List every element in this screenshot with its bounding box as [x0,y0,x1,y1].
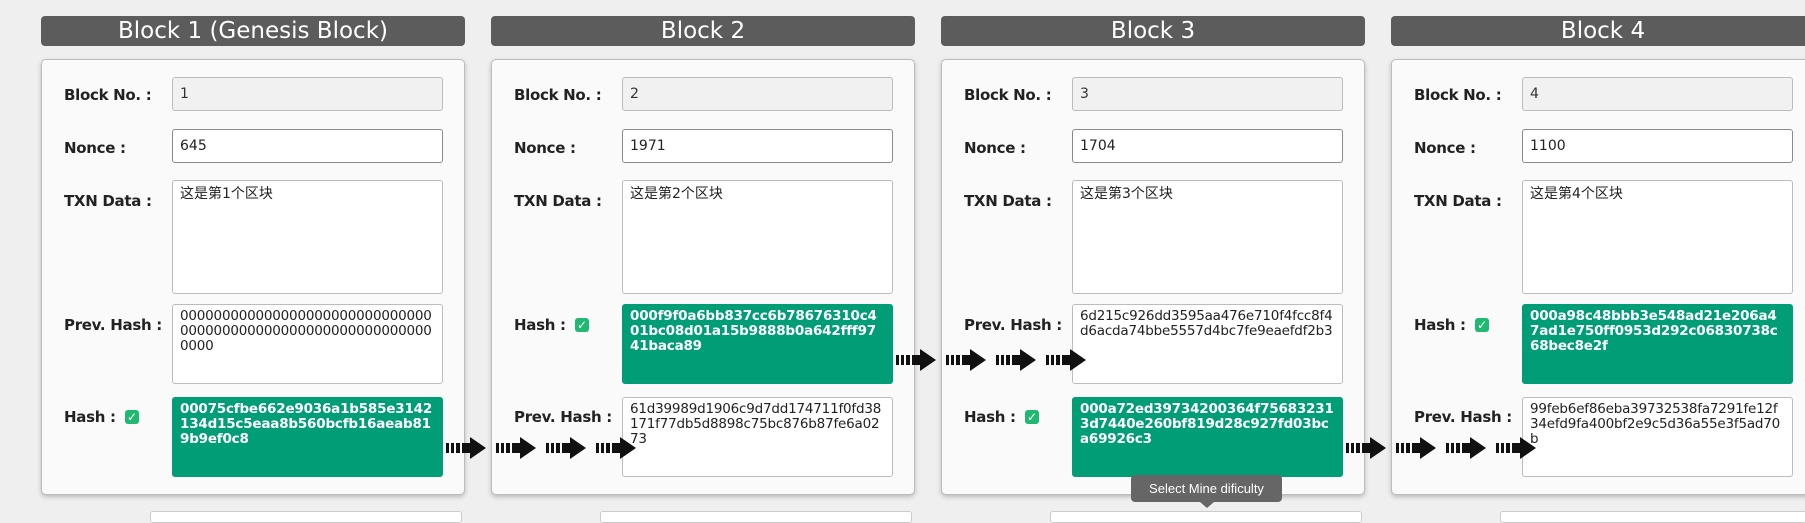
block-no-field: 2 [622,77,893,111]
block-4-card: Block No. : 4 Nonce : 1100 TXN Data : 这是… [1391,59,1805,495]
block-no-field: 1 [172,77,443,111]
difficulty-select-partial[interactable] [150,511,462,523]
hash-field: 00075cfbe662e9036a1b585e3142134d15c5eaa8… [172,397,443,477]
chain-arrows-1-to-2 [446,437,636,459]
prev-hash-field: 6d215c926dd3595aa476e710f4fcc8f4d6acda74… [1072,304,1343,384]
arrow-icon [996,349,1036,371]
hash-field: 000f9f0a6bb837cc6b78676310c401bc08d01a15… [622,304,893,384]
nonce-label: Nonce : [514,139,576,157]
nonce-input[interactable]: 645 [172,129,443,163]
txn-data-label: TXN Data : [1414,192,1502,210]
txn-data-input[interactable]: 这是第3个区块 [1072,180,1343,294]
chain-arrows-2-to-3 [896,349,1086,371]
nonce-input[interactable]: 1704 [1072,129,1343,163]
prev-hash-label: Prev. Hash : [64,316,162,334]
nonce-input[interactable]: 1971 [622,129,893,163]
block-1-card: Block No. : 1 Nonce : 645 TXN Data : 这是第… [41,59,465,495]
arrow-icon [946,349,986,371]
block-no-field: 4 [1522,77,1793,111]
block-2-card: Block No. : 2 Nonce : 1971 TXN Data : 这是… [491,59,915,495]
prev-hash-label: Prev. Hash : [964,316,1062,334]
txn-data-label: TXN Data : [514,192,602,210]
difficulty-select-partial[interactable] [1050,511,1362,523]
arrow-icon [1396,437,1436,459]
txn-data-input[interactable]: 这是第1个区块 [172,180,443,294]
hash-label: Hash : [964,408,1016,426]
arrow-icon [1446,437,1486,459]
prev-hash-field: 61d39989d1906c9d7dd174711f0fd38171f77db5… [622,397,893,477]
nonce-input[interactable]: 1100 [1522,129,1793,163]
txn-data-input[interactable]: 这是第2个区块 [622,180,893,294]
hash-valid-check-icon: ✓ [125,410,139,424]
prev-hash-label: Prev. Hash : [514,408,612,426]
prev-hash-field: 99feb6ef86eba39732538fa7291fe12f34efd9fa… [1522,397,1793,477]
chain-arrows-3-to-4 [1346,437,1536,459]
arrow-icon [546,437,586,459]
hash-label: Hash : [514,316,566,334]
arrow-icon [446,437,486,459]
block-1-title: Block 1 (Genesis Block) [41,16,465,46]
txn-data-label: TXN Data : [964,192,1052,210]
block-no-label: Block No. : [964,86,1052,104]
nonce-label: Nonce : [64,139,126,157]
hash-valid-check-icon: ✓ [1475,318,1489,332]
arrow-icon [896,349,936,371]
hash-valid-check-icon: ✓ [1025,410,1039,424]
prev-hash-field: 0000000000000000000000000000000000000000… [172,304,443,384]
hash-valid-check-icon: ✓ [575,318,589,332]
txn-data-label: TXN Data : [64,192,152,210]
txn-data-input[interactable]: 这是第4个区块 [1522,180,1793,294]
mine-difficulty-tooltip: Select Mine dificulty [1131,475,1282,508]
block-3-card: Block No. : 3 Nonce : 1704 TXN Data : 这是… [941,59,1365,495]
hash-field: 000a72ed39734200364f756832313d7440e260bf… [1072,397,1343,477]
difficulty-select-partial[interactable] [1500,511,1805,523]
arrow-icon [496,437,536,459]
hash-field: 000a98c48bbb3e548ad21e206a47ad1e750ff095… [1522,304,1793,384]
arrow-icon [1346,437,1386,459]
arrow-icon [596,437,636,459]
block-2-title: Block 2 [491,16,915,46]
hash-label: Hash : [64,408,116,426]
nonce-label: Nonce : [1414,139,1476,157]
block-3-title: Block 3 [941,16,1365,46]
arrow-icon [1496,437,1536,459]
block-no-label: Block No. : [1414,86,1502,104]
difficulty-select-partial[interactable] [600,511,912,523]
nonce-label: Nonce : [964,139,1026,157]
block-no-label: Block No. : [514,86,602,104]
block-no-field: 3 [1072,77,1343,111]
hash-label: Hash : [1414,316,1466,334]
arrow-icon [1046,349,1086,371]
block-4-title: Block 4 [1391,16,1805,46]
block-no-label: Block No. : [64,86,152,104]
prev-hash-label: Prev. Hash : [1414,408,1512,426]
